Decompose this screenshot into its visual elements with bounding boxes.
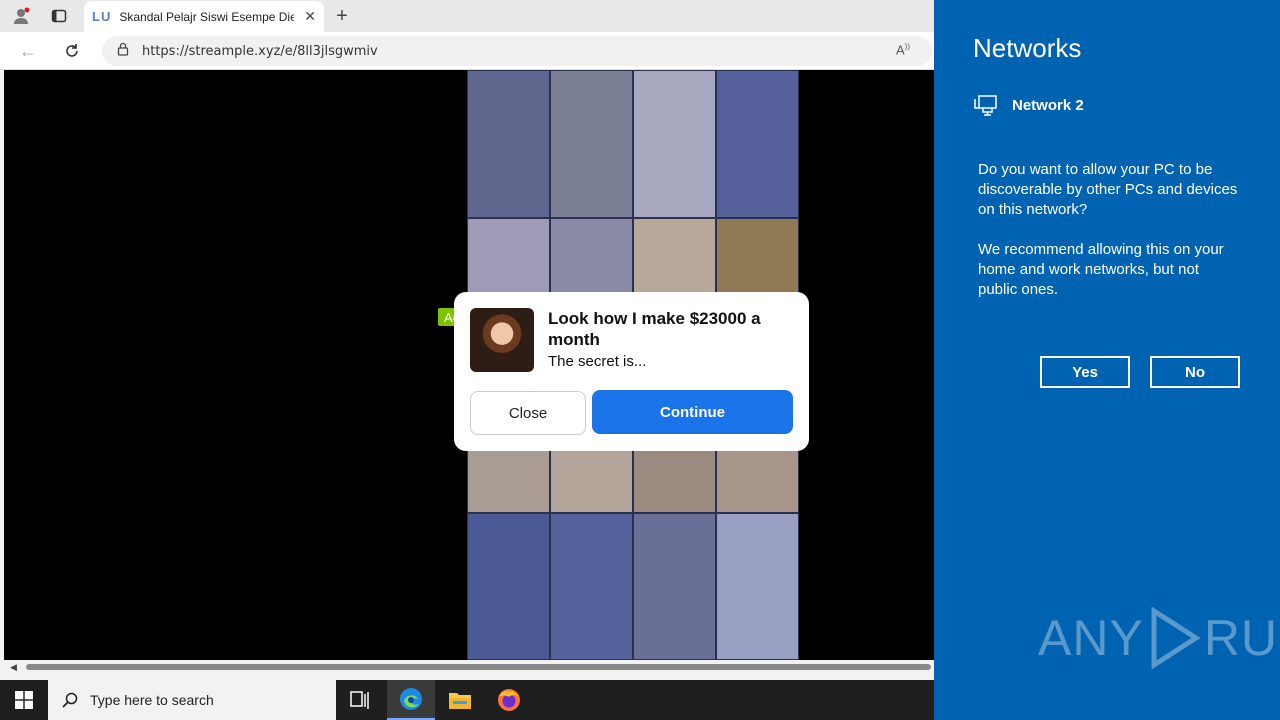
anyrun-watermark: ANY RUN bbox=[1038, 607, 1280, 669]
thumbnail bbox=[467, 70, 550, 218]
thumbnail bbox=[716, 70, 799, 218]
tab-active[interactable]: LU Skandal Pelajr Siswi Esempe Dievi ✕ bbox=[84, 1, 324, 32]
url-field[interactable]: https://streample.xyz/e/8ll3jlsgwmiv A)) bbox=[102, 36, 932, 66]
network-name: Network 2 bbox=[1012, 96, 1084, 114]
networks-panel: Networks Network 2 Do you want to allow … bbox=[934, 0, 1280, 720]
address-bar: ← https://streample.xyz/e/8ll3jlsgwmiv A… bbox=[0, 32, 934, 70]
network-item[interactable]: Network 2 bbox=[974, 94, 1084, 116]
firefox-icon[interactable] bbox=[485, 680, 533, 720]
close-tab-icon[interactable]: ✕ bbox=[304, 8, 316, 25]
edge-icon[interactable] bbox=[387, 680, 435, 720]
ad-title[interactable]: Look how I make $23000 a month bbox=[548, 308, 788, 350]
taskbar: Type here to search bbox=[0, 680, 934, 720]
search-placeholder: Type here to search bbox=[90, 692, 214, 708]
watermark-left-text: ANY bbox=[1038, 610, 1144, 666]
thumbnail bbox=[633, 70, 716, 218]
file-explorer-icon[interactable] bbox=[436, 680, 484, 720]
no-button[interactable]: No bbox=[1150, 356, 1240, 388]
watermark-right-text: RUN bbox=[1203, 610, 1280, 666]
thumbnail bbox=[716, 512, 799, 660]
ad-subtitle: The secret is... bbox=[548, 353, 647, 370]
thumbnail bbox=[550, 70, 633, 218]
panel-title: Networks bbox=[973, 33, 1082, 63]
tab-actions-icon[interactable] bbox=[46, 4, 72, 28]
tab-bar: LU Skandal Pelajr Siswi Esempe Dievi ✕ + bbox=[0, 0, 934, 32]
lock-icon[interactable] bbox=[116, 42, 130, 61]
url-text: https://streample.xyz/e/8ll3jlsgwmiv bbox=[142, 43, 378, 59]
task-view-icon[interactable] bbox=[336, 680, 384, 720]
ad-close-button[interactable]: Close bbox=[470, 391, 586, 435]
refresh-icon[interactable] bbox=[58, 38, 86, 64]
play-logo-icon bbox=[1151, 607, 1200, 669]
thumbnail bbox=[633, 512, 716, 660]
read-aloud-icon[interactable]: A)) bbox=[896, 42, 910, 57]
ethernet-icon bbox=[974, 95, 997, 116]
discoverable-question: Do you want to allow your PC to be disco… bbox=[978, 161, 1238, 218]
new-tab-icon[interactable]: + bbox=[330, 4, 354, 28]
ad-continue-button[interactable]: Continue bbox=[592, 390, 793, 434]
windows-start-icon[interactable] bbox=[0, 680, 48, 720]
taskbar-search-box[interactable]: Type here to search bbox=[48, 680, 336, 720]
thumbnail bbox=[550, 512, 633, 660]
tab-favicon: LU bbox=[92, 9, 112, 24]
thumbnail bbox=[467, 512, 550, 660]
scroll-left-icon[interactable]: ◀ bbox=[10, 662, 17, 673]
ad-image[interactable] bbox=[470, 308, 534, 372]
ad-popup: Look how I make $23000 a month The secre… bbox=[454, 292, 809, 451]
back-icon[interactable]: ← bbox=[14, 38, 42, 64]
scrollbar-thumb[interactable] bbox=[26, 664, 931, 670]
yes-button[interactable]: Yes bbox=[1040, 356, 1130, 388]
search-icon bbox=[62, 692, 78, 708]
profile-icon[interactable] bbox=[8, 4, 34, 28]
recommendation-text: We recommend allowing this on your home … bbox=[978, 241, 1224, 298]
tab-title: Skandal Pelajr Siswi Esempe Dievi bbox=[119, 9, 295, 24]
horizontal-scrollbar[interactable]: ◀ bbox=[4, 660, 934, 674]
